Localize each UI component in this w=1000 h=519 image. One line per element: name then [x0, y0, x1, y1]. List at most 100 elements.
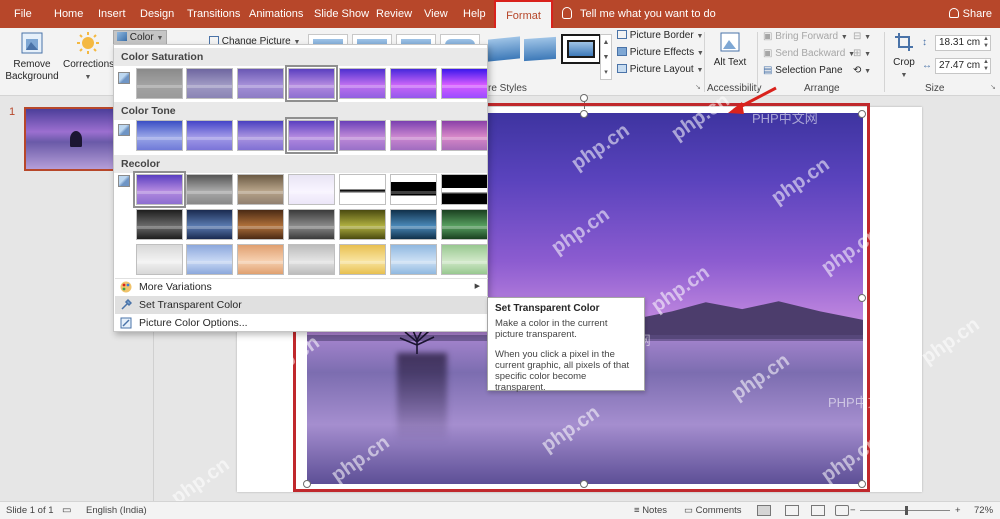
tone-swatch[interactable] [186, 120, 233, 151]
alt-text-button[interactable]: Alt Text [712, 31, 748, 69]
corrections-button[interactable]: Corrections ▼ [63, 31, 114, 84]
reading-view-button[interactable] [811, 505, 825, 516]
recolor-header: Recolor [114, 155, 487, 173]
tab-design[interactable]: Design [140, 0, 174, 28]
tab-file[interactable]: File [14, 0, 32, 28]
zoom-level[interactable]: 72% [974, 502, 993, 519]
recolor-swatch[interactable] [237, 244, 284, 275]
recolor-swatch[interactable] [390, 174, 437, 205]
bring-forward-button[interactable]: ▣ Bring Forward ▼ [763, 30, 848, 45]
saturation-swatch[interactable] [390, 68, 437, 99]
tone-swatch[interactable] [441, 120, 488, 151]
recolor-swatch[interactable] [288, 209, 335, 240]
recolor-swatch[interactable] [339, 174, 386, 205]
zoom-slider-knob[interactable] [905, 506, 908, 515]
resize-handle-bottom-right[interactable] [858, 480, 866, 488]
more-variations-item[interactable]: More Variations ▶ [115, 278, 488, 296]
remove-background-button[interactable]: Remove Background [4, 31, 60, 83]
tab-home[interactable]: Home [54, 0, 83, 28]
picture-border-button[interactable]: Picture Border ▼ [617, 29, 703, 44]
set-transparent-color-item[interactable]: Set Transparent Color [115, 296, 488, 314]
recolor-swatch[interactable] [288, 174, 335, 205]
picture-layout-button[interactable]: Picture Layout ▼ [617, 63, 703, 78]
resize-handle-bottom[interactable] [580, 480, 588, 488]
recolor-swatch[interactable] [186, 244, 233, 275]
crop-icon [895, 33, 913, 51]
more-variations-label: More Variations [139, 281, 212, 293]
recolor-swatch[interactable] [237, 174, 284, 205]
spinner-icon[interactable]: ▲ ▼ [983, 36, 989, 50]
rotate-button[interactable]: ⟲ ▼ [853, 64, 871, 79]
zoom-in-button[interactable]: + [955, 502, 961, 519]
gallery-scroll[interactable]: ▲ ▼ ▾ [600, 34, 612, 80]
crop-button[interactable]: Crop ▼ [889, 31, 919, 82]
recolor-swatch[interactable] [339, 244, 386, 275]
saturation-swatch[interactable] [285, 65, 338, 102]
width-icon: ↔ [922, 60, 932, 71]
resize-handle-top[interactable] [580, 110, 588, 118]
align-button[interactable]: ⊟ ▼ [853, 30, 871, 45]
picture-style-thumb[interactable] [520, 34, 560, 64]
rotate-handle[interactable] [580, 94, 588, 102]
picture-style-thumb[interactable] [561, 34, 601, 64]
tone-swatch[interactable] [390, 120, 437, 151]
recolor-swatch[interactable] [237, 209, 284, 240]
recolor-swatch[interactable] [186, 174, 233, 205]
resize-handle-bottom-left[interactable] [303, 480, 311, 488]
send-backward-button[interactable]: ▣ Send Backward ▼ [763, 47, 855, 62]
tell-me-search[interactable]: Tell me what you want to do [562, 0, 716, 28]
saturation-swatch[interactable] [186, 68, 233, 99]
dialog-launcher-icon[interactable]: ↘ [695, 81, 701, 95]
tab-format[interactable]: Format [494, 0, 553, 29]
recolor-swatch[interactable] [339, 209, 386, 240]
recolor-swatch[interactable] [288, 244, 335, 275]
comments-button[interactable]: ▭ Comments [684, 502, 742, 519]
group-button[interactable]: ⊞ ▼ [853, 47, 871, 62]
slide-count: Slide 1 of 1 [6, 505, 54, 516]
tab-help[interactable]: Help [463, 0, 486, 28]
recolor-swatch[interactable] [136, 244, 183, 275]
notes-button[interactable]: ≡ Notes [634, 502, 667, 519]
picture-style-thumb[interactable] [484, 34, 524, 64]
picture-color-options-item[interactable]: Picture Color Options... [115, 314, 488, 332]
saturation-swatch[interactable] [339, 68, 386, 99]
tab-insert[interactable]: Insert [98, 0, 126, 28]
set-transparent-color-label: Set Transparent Color [139, 299, 242, 311]
tone-swatch[interactable] [285, 117, 338, 154]
picture-layout-icon [617, 64, 627, 73]
share-button[interactable]: Share [948, 0, 992, 29]
saturation-swatch[interactable] [441, 68, 488, 99]
tab-review[interactable]: Review [376, 0, 412, 28]
saturation-swatch[interactable] [237, 68, 284, 99]
dialog-launcher-icon[interactable]: ↘ [990, 81, 996, 95]
tone-swatch[interactable] [237, 120, 284, 151]
recolor-swatch[interactable] [390, 244, 437, 275]
recolor-swatch[interactable] [441, 209, 488, 240]
slideshow-button[interactable] [835, 505, 849, 516]
normal-view-button[interactable] [757, 505, 771, 516]
recolor-swatch[interactable] [186, 209, 233, 240]
zoom-out-button[interactable]: − [850, 502, 856, 519]
tone-swatch[interactable] [339, 120, 386, 151]
recolor-swatch[interactable] [441, 244, 488, 275]
spinner-icon[interactable]: ▲ ▼ [983, 59, 989, 73]
picture-effects-button[interactable]: Picture Effects ▼ [617, 46, 704, 61]
recolor-swatch[interactable] [441, 174, 488, 205]
recolor-swatch[interactable] [133, 171, 186, 208]
resize-handle-right[interactable] [858, 294, 866, 302]
saturation-swatch[interactable] [136, 68, 183, 99]
tab-transitions[interactable]: Transitions [187, 0, 240, 28]
recolor-swatch[interactable] [136, 209, 183, 240]
resize-handle-top-right[interactable] [858, 110, 866, 118]
recolor-swatch[interactable] [390, 209, 437, 240]
tab-view[interactable]: View [424, 0, 448, 28]
language[interactable]: English (India) [86, 502, 147, 519]
height-field[interactable]: 18.31 cm ▲ ▼ [935, 35, 991, 51]
tone-swatch[interactable] [136, 120, 183, 151]
selection-pane-button[interactable]: ▤ Selection Pane [763, 64, 843, 78]
slide-sorter-button[interactable] [785, 505, 799, 516]
tab-animations[interactable]: Animations [249, 0, 303, 28]
spell-check-icon[interactable]: ▭ [62, 502, 71, 519]
tab-slide-show[interactable]: Slide Show [314, 0, 369, 28]
width-field[interactable]: 27.47 cm ▲ ▼ [935, 58, 991, 74]
